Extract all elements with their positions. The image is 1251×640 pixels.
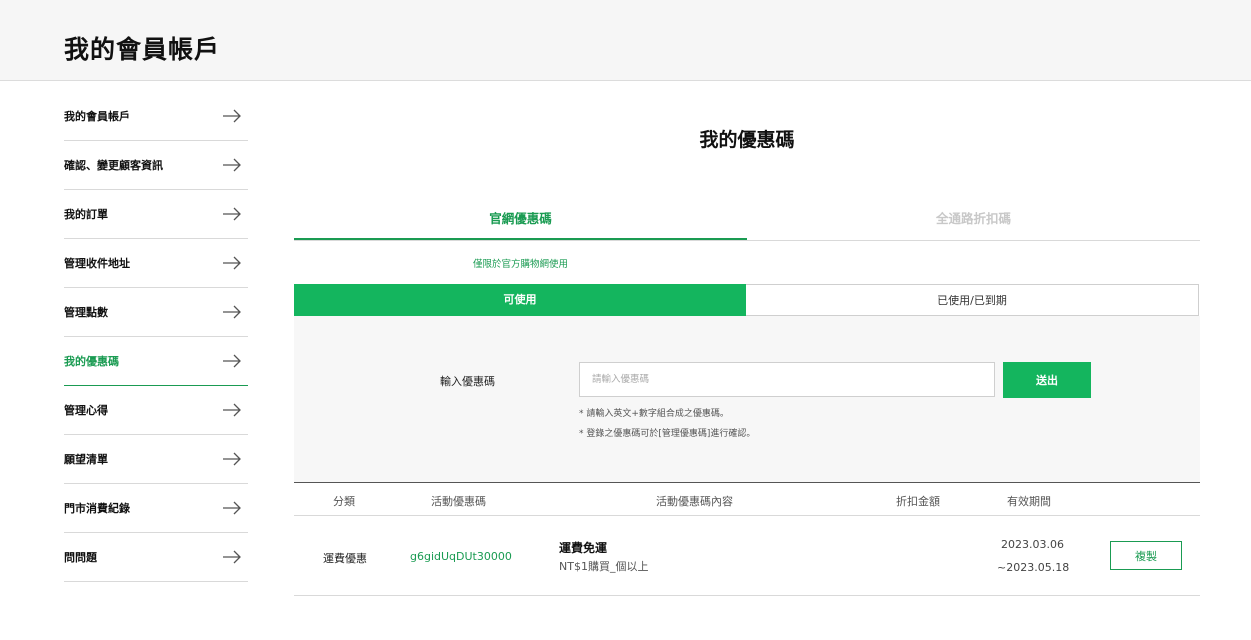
column-header-validity: 有效期間 <box>1007 495 1051 508</box>
arrow-right-icon <box>223 452 241 466</box>
arrow-right-icon <box>223 158 241 172</box>
tab-available[interactable]: 可使用 <box>294 284 746 316</box>
arrow-right-icon <box>223 305 241 319</box>
table-row: 運費優惠 g6gidUqDUt30000 運費免運 NT$1購買_個以上 202… <box>294 516 1200 596</box>
arrow-right-icon <box>223 501 241 515</box>
arrow-right-icon <box>223 550 241 564</box>
sidebar-item-label: 我的會員帳戶 <box>64 110 130 123</box>
sidebar-item-store-purchases[interactable]: 門市消費紀錄 <box>64 484 248 533</box>
sidebar-item-reviews[interactable]: 管理心得 <box>64 386 248 435</box>
sidebar-item-label: 管理點數 <box>64 306 108 319</box>
sidebar-item-customer-info[interactable]: 確認、變更顧客資訊 <box>64 141 248 190</box>
column-header-code: 活動優惠碼 <box>431 495 486 508</box>
coupon-category: 運費優惠 <box>323 552 367 565</box>
sidebar-item-questions[interactable]: 問問題 <box>64 533 248 582</box>
coupon-content-desc: NT$1購買_個以上 <box>559 560 649 573</box>
sidebar-item-addresses[interactable]: 管理收件地址 <box>64 239 248 288</box>
coupon-code: g6gidUqDUt30000 <box>410 550 512 563</box>
tab-official-coupons[interactable]: 官網優惠碼 <box>294 200 747 240</box>
sidebar-item-coupons[interactable]: 我的優惠碼 <box>64 337 248 386</box>
coupon-code-input[interactable] <box>579 362 995 397</box>
arrow-right-icon <box>223 256 241 270</box>
tab-omnichannel-coupons[interactable]: 全通路折扣碼 <box>747 200 1200 240</box>
sidebar-item-label: 問問題 <box>64 551 97 564</box>
sidebar-item-label: 確認、變更顧客資訊 <box>64 159 163 172</box>
coupon-type-tabs: 官網優惠碼 全通路折扣碼 <box>294 200 1200 241</box>
sidebar-item-orders[interactable]: 我的訂單 <box>64 190 248 239</box>
coupon-status-tabs: 可使用 已使用/已到期 <box>294 284 1199 316</box>
arrow-right-icon <box>223 207 241 221</box>
section-title: 我的優惠碼 <box>699 129 795 151</box>
sidebar-item-account[interactable]: 我的會員帳戶 <box>64 92 248 141</box>
coupon-hint: * 登錄之優惠碼可於[管理優惠碼]進行確認。 <box>579 429 756 439</box>
tab-used-expired[interactable]: 已使用/已到期 <box>746 284 1199 316</box>
coupon-date-end: ~2023.05.18 <box>997 561 1070 574</box>
sidebar-item-points[interactable]: 管理點數 <box>64 288 248 337</box>
coupon-input-label: 輸入優惠碼 <box>440 375 495 388</box>
sidebar-item-label: 管理收件地址 <box>64 257 130 270</box>
coupon-entry-panel: 輸入優惠碼 送出 * 請輸入英文+數字組合成之優惠碼。 * 登錄之優惠碼可於[管… <box>294 316 1200 482</box>
coupon-table: 分類 活動優惠碼 活動優惠碼內容 折扣金額 有效期間 運費優惠 g6gidUqD… <box>294 482 1200 596</box>
column-header-category: 分類 <box>333 495 355 508</box>
coupon-content-title: 運費免運 <box>559 541 608 555</box>
coupon-hint: * 請輸入英文+數字組合成之優惠碼。 <box>579 409 729 419</box>
copy-button[interactable]: 複製 <box>1110 541 1182 570</box>
sidebar-item-label: 我的訂單 <box>64 208 108 221</box>
sidebar-item-label: 管理心得 <box>64 404 108 417</box>
usage-note: 僅限於官方購物網使用 <box>472 259 568 270</box>
column-header-discount: 折扣金額 <box>896 495 940 508</box>
table-header: 分類 活動優惠碼 活動優惠碼內容 折扣金額 有效期間 <box>294 482 1200 516</box>
arrow-right-icon <box>223 109 241 123</box>
sidebar-nav: 我的會員帳戶 確認、變更顧客資訊 我的訂單 管理收件地址 管理點數 我的優惠碼 … <box>64 92 248 582</box>
page-header: 我的會員帳戶 <box>0 0 1251 81</box>
arrow-right-icon <box>223 354 241 368</box>
page-title: 我的會員帳戶 <box>64 35 221 64</box>
sidebar-item-label: 願望清單 <box>64 453 108 466</box>
sidebar-item-label: 門市消費紀錄 <box>64 502 130 515</box>
sidebar-item-wishlist[interactable]: 願望清單 <box>64 435 248 484</box>
submit-button[interactable]: 送出 <box>1003 362 1091 398</box>
column-header-content: 活動優惠碼內容 <box>656 495 733 508</box>
coupon-date-start: 2023.03.06 <box>1001 538 1064 551</box>
sidebar-item-label: 我的優惠碼 <box>64 355 119 368</box>
arrow-right-icon <box>223 403 241 417</box>
